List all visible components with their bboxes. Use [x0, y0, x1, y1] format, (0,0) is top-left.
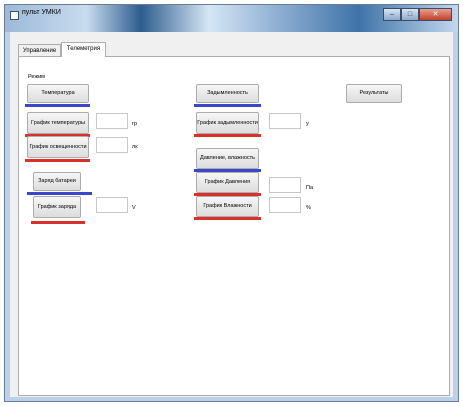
temp-unit: гр — [132, 121, 138, 127]
red-marker — [31, 221, 85, 224]
battery-button[interactable]: Заряд батареи — [33, 172, 81, 191]
temp-chart-button[interactable]: График температуры — [27, 112, 89, 134]
close-button[interactable]: ✕ — [419, 8, 452, 21]
window-title: пульт УМКИ — [22, 9, 61, 16]
pressure-value-field[interactable] — [269, 177, 301, 193]
pressure-humidity-button[interactable]: Давление, влажность — [196, 148, 259, 169]
light-value-field[interactable] — [96, 137, 128, 153]
blue-marker — [194, 104, 261, 107]
tab-telemetry[interactable]: Телеметрия — [61, 42, 106, 57]
humidity-value-field[interactable] — [269, 197, 301, 213]
minimize-button[interactable]: ‒ — [383, 8, 401, 21]
smoke-value-field[interactable] — [269, 113, 301, 129]
blue-marker — [27, 192, 92, 195]
client-area: Управление Телеметрия Режим Температура … — [10, 32, 453, 397]
telemetry-panel: Режим Температура График температуры гр … — [18, 56, 450, 396]
temp-value-field[interactable] — [96, 113, 128, 129]
results-button[interactable]: Результаты — [346, 84, 402, 103]
charge-chart-button[interactable]: График заряда — [33, 196, 81, 218]
pressure-chart-button[interactable]: График Давления — [196, 172, 259, 193]
red-marker — [194, 134, 261, 137]
charge-value-field[interactable] — [96, 197, 128, 213]
humidity-chart-button[interactable]: График Влажности — [196, 196, 259, 217]
app-icon — [10, 11, 19, 20]
smoke-button[interactable]: Задымленность — [196, 84, 259, 103]
app-window: пульт УМКИ ‒ □ ✕ Управление Телеметрия Р… — [4, 4, 459, 402]
light-unit: лк — [132, 144, 138, 150]
blue-marker — [25, 104, 90, 107]
red-marker — [194, 217, 261, 220]
smoke-chart-button[interactable]: График задымленности — [196, 112, 259, 134]
temperature-button[interactable]: Температура — [27, 84, 89, 103]
title-bar[interactable]: пульт УМКИ ‒ □ ✕ — [5, 5, 458, 32]
tab-control[interactable]: Управление — [18, 44, 61, 56]
charge-unit: V — [132, 205, 136, 211]
red-marker — [25, 159, 90, 162]
light-chart-button[interactable]: График освещенности — [27, 136, 89, 158]
pressure-unit: Па — [306, 185, 314, 191]
mode-label: Режим — [28, 74, 45, 80]
maximize-button[interactable]: □ — [401, 8, 419, 21]
smoke-unit: у — [306, 121, 309, 127]
humidity-unit: % — [306, 205, 311, 211]
